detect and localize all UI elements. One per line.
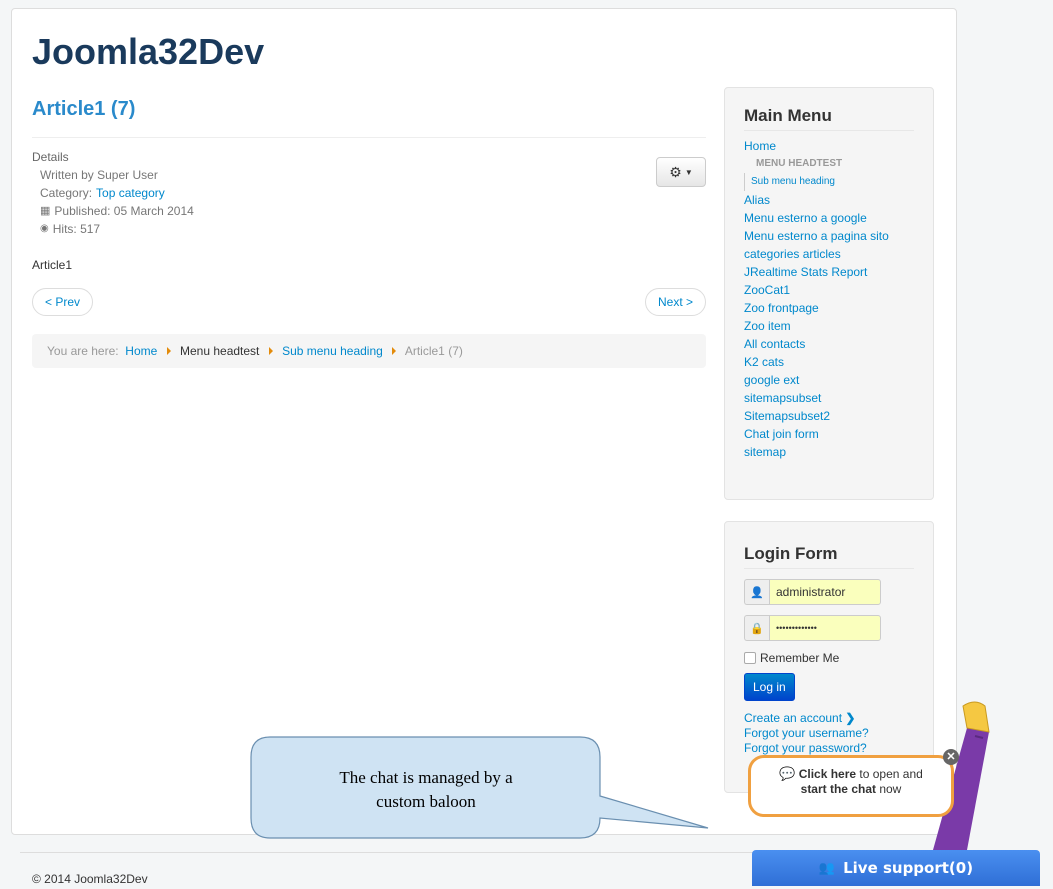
menu-item-sitemapsubset2[interactable]: Sitemapsubset2: [744, 409, 830, 423]
forgot-username-link[interactable]: Forgot your username?: [744, 726, 869, 740]
eye-icon: ◉: [40, 223, 49, 234]
login-module: Login Form 👤 administrator 🔒 •••••••••••…: [724, 521, 934, 793]
menu-item-zoo-frontpage[interactable]: Zoo frontpage: [744, 301, 819, 315]
chat-rest-2: now: [876, 782, 902, 796]
article-details: Details Written by Super User Category: …: [32, 148, 706, 238]
callout-line-2: custom baloon: [376, 792, 476, 811]
chat-start: start the chat: [800, 782, 876, 796]
menu-item-zoo-item[interactable]: Zoo item: [744, 319, 791, 333]
menu-item-categories-articles[interactable]: categories articles: [744, 247, 841, 261]
menu-item-zoocat1[interactable]: ZooCat1: [744, 283, 790, 297]
breadcrumb-menu-headtest: Menu headtest: [180, 344, 260, 358]
breadcrumb-sub-menu-heading[interactable]: Sub menu heading: [282, 344, 383, 358]
username-group: 👤 administrator: [744, 579, 914, 605]
remember-me-checkbox[interactable]: [744, 652, 756, 664]
menu-item-external-site-page[interactable]: Menu esterno a pagina sito: [744, 229, 889, 243]
menu-item-external-google[interactable]: Menu esterno a google: [744, 211, 867, 225]
chat-line-1: 💬 Click here to open and: [751, 766, 951, 782]
chevron-right-icon: ❯: [845, 711, 856, 725]
chat-click-here: Click here: [798, 767, 857, 781]
menu-item-sitemapsubset[interactable]: sitemapsubset: [744, 391, 821, 405]
category-label: Category:: [40, 186, 93, 200]
menu-header-headtest: MENU HEADTEST: [756, 158, 843, 169]
next-button[interactable]: Next >: [644, 288, 706, 316]
password-input[interactable]: •••••••••••••: [769, 615, 881, 641]
annotation-callout-text: The chat is managed by a custom baloon: [268, 766, 584, 814]
chat-bubble-icon: 💬: [779, 766, 796, 781]
category-link[interactable]: Top category: [96, 184, 165, 202]
login-button[interactable]: Log in: [744, 673, 795, 701]
remember-me-row: Remember Me: [744, 651, 914, 665]
article-title[interactable]: Article1 (7): [32, 97, 706, 121]
forgot-password-link[interactable]: Forgot your password?: [744, 741, 867, 755]
menu-item-chat-join-form[interactable]: Chat join form: [744, 427, 819, 441]
main-menu-list: Home MENU HEADTEST Sub menu heading Alia…: [744, 137, 914, 461]
lock-icon: 🔒: [744, 615, 769, 641]
chat-rest-1: to open and: [856, 767, 923, 781]
hits-count: Hits: 517: [52, 222, 101, 236]
user-icon: 👤: [744, 579, 769, 605]
menu-item-k2-cats[interactable]: K2 cats: [744, 355, 784, 369]
breadcrumb-current: Article1 (7): [404, 344, 463, 358]
chat-line-2: start the chat now: [751, 782, 951, 797]
callout-line-1: The chat is managed by a: [339, 768, 513, 787]
menu-item-jrealtime-stats[interactable]: JRealtime Stats Report: [744, 265, 867, 279]
article-pager: < Prev Next >: [32, 288, 706, 318]
menu-item-google-ext[interactable]: google ext: [744, 373, 799, 387]
site-title[interactable]: Joomla32Dev: [32, 31, 264, 73]
written-by: Written by Super User: [40, 168, 158, 182]
password-group: 🔒 •••••••••••••: [744, 615, 914, 641]
chat-balloon[interactable]: ✕ 💬 Click here to open and start the cha…: [748, 749, 959, 817]
breadcrumb: You are here: Home Menu headtest Sub men…: [32, 334, 706, 368]
users-icon: 👥: [818, 860, 836, 876]
menu-item-sub-menu-heading[interactable]: Sub menu heading: [751, 176, 835, 187]
main-menu-module: Main Menu Home MENU HEADTEST Sub menu he…: [724, 87, 934, 500]
hits-row: ◉ Hits: 517: [32, 220, 706, 238]
caret-down-icon: ▼: [684, 167, 693, 177]
breadcrumb-prefix: You are here:: [47, 344, 119, 358]
main-menu-title: Main Menu: [744, 106, 914, 131]
remember-me-label[interactable]: Remember Me: [760, 651, 839, 665]
title-divider: [32, 137, 706, 138]
menu-item-sitemap[interactable]: sitemap: [744, 445, 786, 459]
footer-copyright: © 2014 Joomla32Dev: [32, 872, 148, 886]
username-input[interactable]: administrator: [769, 579, 881, 605]
create-account-link[interactable]: Create an account: [744, 711, 842, 725]
breadcrumb-separator-icon: [268, 347, 273, 355]
live-support-bar[interactable]: 👥 Live support(0): [752, 850, 1040, 886]
calendar-icon: ▦: [40, 205, 51, 217]
prev-button[interactable]: < Prev: [32, 288, 94, 316]
article-tools-button[interactable]: ⚙ ▼: [656, 157, 706, 187]
category-row: Category: Top category: [32, 184, 706, 202]
menu-item-all-contacts[interactable]: All contacts: [744, 337, 805, 351]
login-links: Create an account ❯ Forgot your username…: [744, 711, 914, 756]
article-body: Article1: [32, 258, 73, 272]
menu-item-home[interactable]: Home: [744, 139, 776, 153]
published-date: Published: 05 March 2014: [54, 204, 194, 218]
page-container: Joomla32Dev Article1 (7) ⚙ ▼ Details Wri…: [11, 8, 957, 835]
breadcrumb-separator-icon: [392, 347, 397, 355]
gear-icon: ⚙: [669, 163, 682, 180]
login-title: Login Form: [744, 544, 914, 569]
breadcrumb-home[interactable]: Home: [125, 344, 157, 358]
live-support-label: Live support(0): [843, 859, 974, 877]
close-icon[interactable]: ✕: [943, 749, 959, 765]
breadcrumb-separator-icon: [166, 347, 171, 355]
details-label: Details: [32, 150, 69, 164]
published-row: ▦ Published: 05 March 2014: [32, 202, 706, 220]
menu-item-alias[interactable]: Alias: [744, 193, 770, 207]
article-main: Article1 (7) ⚙ ▼ Details Written by Supe…: [32, 97, 706, 368]
